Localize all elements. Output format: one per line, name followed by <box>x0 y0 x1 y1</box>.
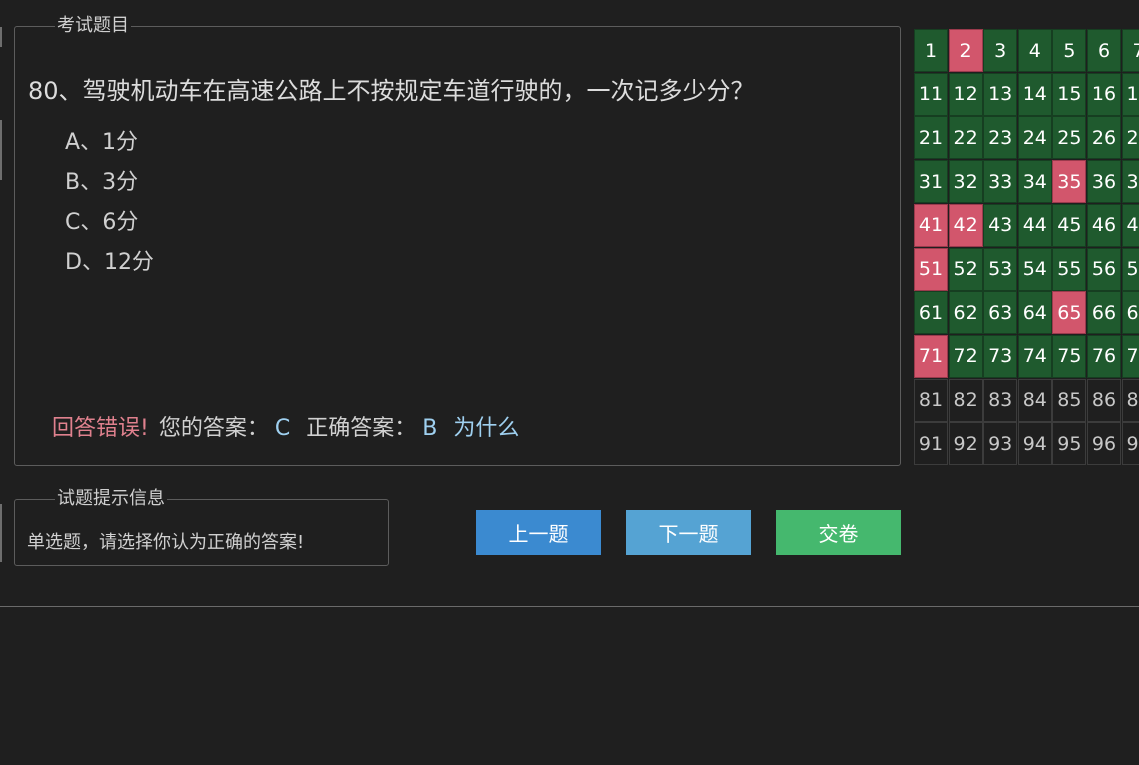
question-cell-25[interactable]: 25 <box>1052 116 1087 160</box>
question-cell-93[interactable]: 93 <box>983 422 1018 466</box>
question-cell-62[interactable]: 62 <box>948 291 983 335</box>
question-cell-4[interactable]: 4 <box>1017 29 1052 72</box>
question-cell-17[interactable]: 17 <box>1121 72 1139 116</box>
question-cell-5[interactable]: 5 <box>1052 29 1087 72</box>
correct-answer-value: B <box>422 416 438 441</box>
option-a[interactable]: A、1分 <box>65 123 154 163</box>
question-cell-6[interactable]: 6 <box>1087 29 1121 72</box>
question-cell-32[interactable]: 32 <box>948 160 983 204</box>
left-edge-divider <box>0 27 2 47</box>
question-cell-36[interactable]: 36 <box>1087 160 1121 204</box>
question-cell-16[interactable]: 16 <box>1087 72 1121 116</box>
question-cell-21[interactable]: 21 <box>914 116 948 160</box>
question-cell-52[interactable]: 52 <box>948 247 983 291</box>
question-cell-7[interactable]: 7 <box>1121 29 1139 72</box>
footer-divider <box>0 606 1139 607</box>
question-cell-86[interactable]: 86 <box>1087 378 1121 422</box>
question-cell-74[interactable]: 74 <box>1017 334 1052 378</box>
question-cell-23[interactable]: 23 <box>983 116 1018 160</box>
left-edge-divider <box>0 120 2 180</box>
question-cell-37[interactable]: 37 <box>1121 160 1139 204</box>
question-cell-47[interactable]: 47 <box>1121 203 1139 247</box>
question-cell-83[interactable]: 83 <box>983 378 1018 422</box>
question-cell-1[interactable]: 1 <box>914 29 948 72</box>
question-cell-45[interactable]: 45 <box>1052 203 1087 247</box>
options-list: A、1分 B、3分 C、6分 D、12分 <box>65 123 154 283</box>
question-cell-14[interactable]: 14 <box>1017 72 1052 116</box>
question-cell-65[interactable]: 65 <box>1052 291 1087 335</box>
question-cell-56[interactable]: 56 <box>1087 247 1121 291</box>
question-cell-95[interactable]: 95 <box>1052 422 1087 466</box>
answer-grid: 1234567111213141516172122232425262731323… <box>914 29 1139 466</box>
question-cell-63[interactable]: 63 <box>983 291 1018 335</box>
question-cell-67[interactable]: 67 <box>1121 291 1139 335</box>
question-cell-64[interactable]: 64 <box>1017 291 1052 335</box>
question-cell-94[interactable]: 94 <box>1017 422 1052 466</box>
question-cell-77[interactable]: 77 <box>1121 334 1139 378</box>
question-cell-87[interactable]: 87 <box>1121 378 1139 422</box>
question-cell-33[interactable]: 33 <box>983 160 1018 204</box>
question-cell-35[interactable]: 35 <box>1052 160 1087 204</box>
hint-panel: 试题提示信息 单选题，请选择你认为正确的答案! <box>14 490 389 566</box>
question-cell-26[interactable]: 26 <box>1087 116 1121 160</box>
question-text: 80、驾驶机动车在高速公路上不按规定车道行驶的，一次记多少分？ <box>28 77 755 105</box>
question-cell-82[interactable]: 82 <box>948 378 983 422</box>
question-cell-91[interactable]: 91 <box>914 422 948 466</box>
submit-exam-button[interactable]: 交卷 <box>776 510 901 555</box>
next-question-button[interactable]: 下一题 <box>626 510 751 555</box>
hint-text: 单选题，请选择你认为正确的答案! <box>27 532 305 553</box>
answer-result: 回答错误! 您的答案： C 正确答案： B 为什么 <box>52 410 519 442</box>
question-cell-61[interactable]: 61 <box>914 291 948 335</box>
question-cell-42[interactable]: 42 <box>948 203 983 247</box>
question-cell-72[interactable]: 72 <box>948 334 983 378</box>
question-cell-2[interactable]: 2 <box>948 29 983 72</box>
question-panel: 考试题目 80、驾驶机动车在高速公路上不按规定车道行驶的，一次记多少分？ A、1… <box>14 17 901 466</box>
question-cell-53[interactable]: 53 <box>983 247 1018 291</box>
prev-question-button[interactable]: 上一题 <box>476 510 601 555</box>
question-cell-12[interactable]: 12 <box>948 72 983 116</box>
hint-panel-legend: 试题提示信息 <box>57 488 165 509</box>
result-status: 回答错误! <box>52 416 149 441</box>
question-cell-81[interactable]: 81 <box>914 378 948 422</box>
your-answer-value: C <box>274 416 291 441</box>
question-cell-54[interactable]: 54 <box>1017 247 1052 291</box>
question-cell-43[interactable]: 43 <box>983 203 1018 247</box>
question-cell-55[interactable]: 55 <box>1052 247 1087 291</box>
question-cell-71[interactable]: 71 <box>914 334 948 378</box>
question-cell-41[interactable]: 41 <box>914 203 948 247</box>
option-d[interactable]: D、12分 <box>65 243 154 283</box>
question-cell-27[interactable]: 27 <box>1121 116 1139 160</box>
question-cell-57[interactable]: 57 <box>1121 247 1139 291</box>
question-cell-46[interactable]: 46 <box>1087 203 1121 247</box>
question-cell-24[interactable]: 24 <box>1017 116 1052 160</box>
question-cell-31[interactable]: 31 <box>914 160 948 204</box>
question-cell-96[interactable]: 96 <box>1087 422 1121 466</box>
question-cell-13[interactable]: 13 <box>983 72 1018 116</box>
question-cell-66[interactable]: 66 <box>1087 291 1121 335</box>
question-cell-44[interactable]: 44 <box>1017 203 1052 247</box>
question-cell-92[interactable]: 92 <box>948 422 983 466</box>
question-cell-15[interactable]: 15 <box>1052 72 1087 116</box>
question-cell-76[interactable]: 76 <box>1087 334 1121 378</box>
question-cell-75[interactable]: 75 <box>1052 334 1087 378</box>
option-b[interactable]: B、3分 <box>65 163 154 203</box>
question-panel-legend: 考试题目 <box>57 15 129 36</box>
question-cell-51[interactable]: 51 <box>914 247 948 291</box>
option-c[interactable]: C、6分 <box>65 203 154 243</box>
left-edge-divider <box>0 504 2 562</box>
why-link[interactable]: 为什么 <box>453 416 519 441</box>
correct-answer-label: 正确答案： <box>306 416 417 441</box>
question-cell-3[interactable]: 3 <box>983 29 1018 72</box>
question-cell-85[interactable]: 85 <box>1052 378 1087 422</box>
question-cell-97[interactable]: 97 <box>1121 422 1139 466</box>
question-cell-73[interactable]: 73 <box>983 334 1018 378</box>
question-cell-84[interactable]: 84 <box>1017 378 1052 422</box>
question-cell-11[interactable]: 11 <box>914 72 948 116</box>
your-answer-label: 您的答案： <box>158 416 269 441</box>
question-cell-34[interactable]: 34 <box>1017 160 1052 204</box>
question-cell-22[interactable]: 22 <box>948 116 983 160</box>
